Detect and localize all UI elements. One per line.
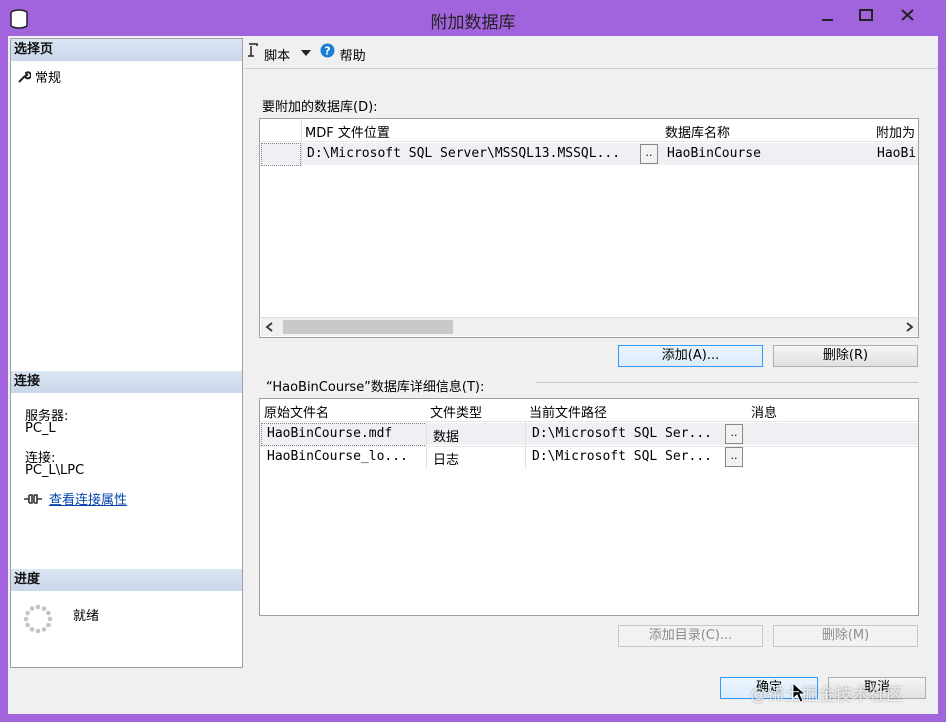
grid-divider — [525, 421, 526, 469]
attach-databases-grid[interactable]: MDF 文件位置 数据库名称 附加为 D:\Microsoft SQL Serv… — [259, 118, 919, 338]
progress-status: 就绪 — [73, 609, 100, 624]
column-header-attach-as[interactable]: 附加为 — [876, 122, 915, 141]
browse-path-button[interactable]: .. — [725, 447, 743, 467]
db-name-cell[interactable]: HaoBinCourse — [667, 146, 761, 161]
sidebar-item-label: 常规 — [35, 71, 62, 86]
details-label: “HaoBinCourse”数据库详细信息(T): — [266, 380, 485, 395]
file-type-cell[interactable]: 数据 — [433, 426, 459, 445]
dialog-client: 选择页 常规 连接 服务器: PC_L 连接: PC_L\LPC 查看连接属性 … — [8, 36, 938, 714]
details-grid[interactable]: 原始文件名 文件类型 当前文件路径 消息 HaoBinCourse.mdf 数据… — [259, 398, 919, 616]
script-button[interactable]: 脚本 — [246, 43, 318, 64]
mdf-location-cell[interactable]: D:\Microsoft SQL Server\MSSQL13.MSSQL... — [307, 146, 620, 161]
svg-text:?: ? — [325, 44, 331, 57]
toolbar-divider — [244, 68, 938, 69]
script-icon — [248, 43, 258, 57]
help-label: 帮助 — [339, 48, 366, 64]
horizontal-scrollbar[interactable] — [261, 317, 918, 336]
column-header-message[interactable]: 消息 — [751, 402, 777, 421]
left-pane: 选择页 常规 连接 服务器: PC_L 连接: PC_L\LPC 查看连接属性 … — [10, 38, 243, 668]
maximize-icon[interactable] — [846, 2, 886, 28]
help-button[interactable]: ? 帮助 — [320, 43, 366, 64]
browse-path-button[interactable]: .. — [725, 424, 743, 444]
column-header-file-type[interactable]: 文件类型 — [430, 402, 482, 421]
column-header-db-name[interactable]: 数据库名称 — [665, 122, 730, 141]
original-file-cell[interactable]: HaoBinCourse_lo... — [267, 449, 408, 464]
attach-databases-label: 要附加的数据库(D): — [262, 100, 378, 115]
row-selector[interactable] — [261, 143, 301, 166]
current-path-cell[interactable]: D:\Microsoft SQL Ser... — [532, 449, 712, 464]
current-path-cell[interactable]: D:\Microsoft SQL Ser... — [532, 426, 712, 441]
remove-file-button[interactable]: 删除(M) — [773, 625, 918, 647]
server-value: PC_L — [25, 421, 56, 436]
original-file-cell[interactable]: HaoBinCourse.mdf — [267, 426, 392, 441]
column-header-mdf[interactable]: MDF 文件位置 — [305, 122, 390, 141]
connection-plug-icon — [24, 494, 42, 504]
progress-spinner-icon — [23, 604, 53, 634]
toolbar: 脚本 ? 帮助 — [246, 42, 366, 66]
close-icon[interactable] — [884, 2, 931, 28]
view-connection-link[interactable]: 查看连接属性 — [49, 493, 127, 508]
remove-database-button[interactable]: 删除(R) — [773, 345, 918, 367]
wrench-icon — [18, 71, 31, 83]
file-type-cell[interactable]: 日志 — [433, 449, 459, 468]
row-divider — [260, 446, 918, 447]
scrollbar-thumb[interactable] — [283, 320, 453, 334]
sidebar-item-general[interactable]: 常规 — [17, 67, 61, 86]
column-header-current-path[interactable]: 当前文件路径 — [529, 402, 607, 421]
progress-header: 进度 — [11, 569, 242, 591]
select-page-header: 选择页 — [11, 39, 242, 61]
chevron-down-icon[interactable] — [298, 48, 314, 58]
title-bar[interactable]: 附加数据库 — [0, 0, 946, 36]
grid-divider — [426, 421, 427, 469]
script-label: 脚本 — [264, 49, 291, 64]
view-connection-properties[interactable]: 查看连接属性 — [23, 489, 127, 508]
details-group-line — [536, 382, 918, 383]
add-database-button[interactable]: 添加(A)... — [618, 345, 763, 367]
minimize-icon[interactable] — [808, 2, 848, 28]
dialog-window: 附加数据库 选择页 常规 连接 服务器: PC_L 连接: PC_L\LPC 查… — [0, 0, 946, 722]
browse-mdf-button[interactable]: .. — [640, 144, 658, 164]
window-title: 附加数据库 — [430, 13, 516, 33]
connection-header: 连接 — [11, 371, 242, 393]
add-catalog-button[interactable]: 添加目录(C)... — [618, 625, 763, 647]
connection-value: PC_L\LPC — [25, 463, 85, 478]
watermark: @稀土掘金技术社区 — [750, 685, 903, 705]
chevron-right-icon[interactable] — [903, 321, 915, 333]
column-header-original-file[interactable]: 原始文件名 — [264, 402, 329, 421]
help-icon: ? — [320, 43, 335, 57]
chevron-left-icon[interactable] — [264, 321, 276, 333]
attach-as-cell[interactable]: HaoBi — [877, 146, 918, 161]
